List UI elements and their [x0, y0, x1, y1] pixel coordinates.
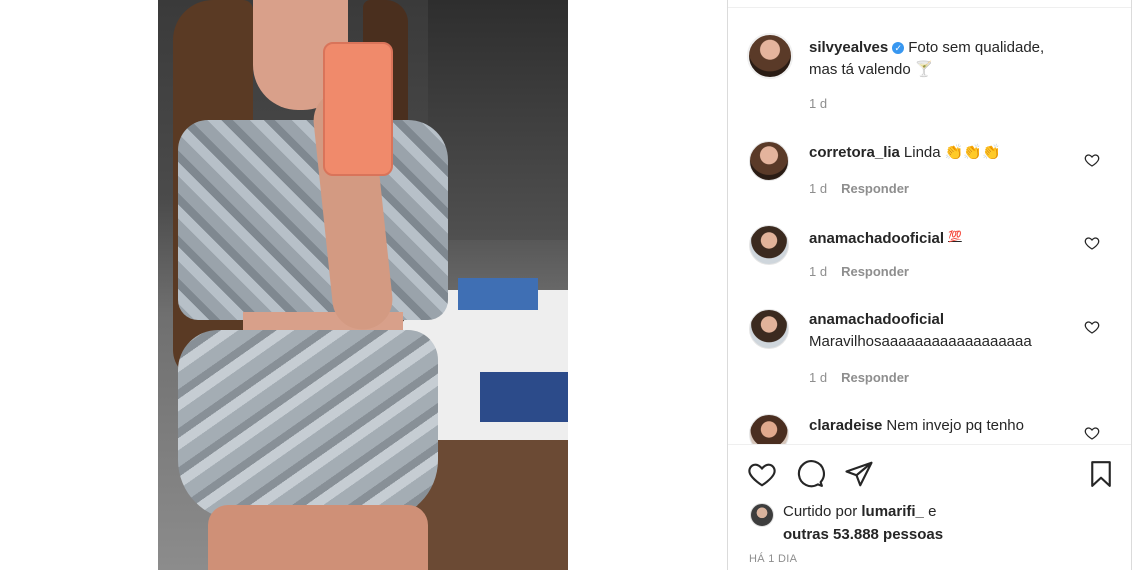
comment-username[interactable]: anamachadooficial [809, 311, 944, 328]
comment-meta: 1 d Responder [809, 264, 909, 279]
comment-meta: 1 d Responder [809, 181, 909, 196]
bookmark-icon[interactable] [1086, 459, 1116, 489]
heart-icon[interactable] [747, 459, 777, 489]
comments-scroll-clip: claradeise Nem invejo pq tenho [728, 400, 1131, 445]
comment-username[interactable]: corretora_lia [809, 144, 900, 161]
photo-blue-box [458, 278, 538, 310]
liker-username[interactable]: lumarifi_ [861, 503, 924, 520]
caption-meta: 1 d [809, 96, 827, 111]
comment: anamachadooficial Maravilhosaaaaaaaaaaaa… [809, 309, 1079, 353]
like-comment-heart-icon[interactable] [1084, 319, 1100, 335]
caption: silvyealves ✓ Foto sem qualidade, mas tá v… [809, 37, 1079, 81]
comment-text: 💯 [948, 231, 962, 243]
comment-icon[interactable] [795, 459, 825, 489]
like-comment-heart-icon[interactable] [1084, 235, 1100, 251]
like-comment-heart-icon[interactable] [1084, 152, 1100, 168]
photo-snakeskin-top [178, 120, 448, 320]
comment: corretora_lia Linda 👏👏👏 [809, 142, 1079, 164]
comment-avatar[interactable] [749, 414, 789, 445]
comment-avatar[interactable] [749, 225, 789, 265]
caption-text-line1: Foto sem qualidade, [908, 39, 1045, 56]
author-avatar[interactable] [747, 33, 793, 79]
likes-connector: e [928, 503, 937, 520]
caption-age[interactable]: 1 d [809, 96, 827, 111]
actions-divider [728, 444, 1131, 445]
likes-count-link[interactable]: outras 53.888 pessoas [783, 526, 943, 543]
photo-legs [208, 505, 428, 570]
photo-phone [323, 42, 393, 176]
post-date[interactable]: HÁ 1 DIA [749, 553, 797, 565]
comment-age[interactable]: 1 d [809, 370, 827, 385]
panel-top-divider [728, 7, 1131, 8]
photo-blue-case [480, 372, 568, 422]
comment-avatar[interactable] [749, 309, 789, 349]
caption-text-line2: mas tá valendo 🍸 [809, 61, 934, 78]
photo-background-wall [428, 0, 568, 240]
likes-prefix: Curtido por [783, 503, 858, 520]
reply-button[interactable]: Responder [841, 370, 909, 385]
reply-button[interactable]: Responder [841, 181, 909, 196]
like-comment-heart-icon[interactable] [1084, 425, 1100, 441]
comment-avatar[interactable] [749, 141, 789, 181]
verified-badge-icon: ✓ [892, 42, 905, 54]
comment-username[interactable]: anamachadooficial [809, 230, 944, 247]
comment-age[interactable]: 1 d [809, 264, 827, 279]
comment-age[interactable]: 1 d [809, 181, 827, 196]
post-side-panel: silvyealves ✓ Foto sem qualidade, mas tá v… [727, 0, 1132, 570]
post-photo[interactable] [158, 0, 568, 570]
photo-snakeskin-skirt [178, 330, 438, 520]
liker-avatar[interactable] [750, 503, 774, 527]
comment-text: Linda 👏👏👏 [903, 144, 1001, 161]
comment-meta: 1 d Responder [809, 370, 909, 385]
comment-username[interactable]: claradeise [809, 417, 882, 434]
send-icon[interactable] [844, 459, 874, 489]
comment: anamachadooficial 💯 [809, 226, 1079, 250]
reply-button[interactable]: Responder [841, 264, 909, 279]
likes-summary: Curtido por lumarifi_ e outras 53.888 pe… [783, 500, 1083, 546]
author-username[interactable]: silvyealves [809, 39, 888, 56]
comment-text: Maravilhosaaaaaaaaaaaaaaaaaa [809, 333, 1032, 350]
comment-text: Nem invejo pq tenho [886, 417, 1024, 434]
comment: claradeise Nem invejo pq tenho [809, 415, 1079, 437]
